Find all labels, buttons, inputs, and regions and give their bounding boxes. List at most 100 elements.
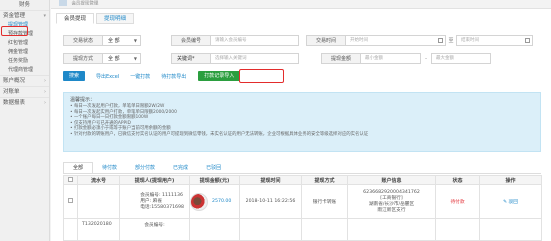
max-amount-input[interactable]: 最大金额: [431, 53, 491, 64]
end-time-placeholder: 结束时间: [461, 38, 479, 43]
op-cell: [479, 218, 542, 241]
serial-cell: T132020180: [77, 218, 120, 241]
trade-status-value: 全 部: [108, 38, 120, 44]
import-records-button[interactable]: 打款记录导入: [198, 71, 241, 81]
status-tabs: 全部 待付款 部分付款 已完成 已驳回: [63, 162, 230, 173]
subtab-pending[interactable]: 待付款: [93, 163, 126, 173]
amount-label: 提现金额: [321, 53, 361, 64]
sidebar-section-label: 账户概况: [3, 78, 26, 84]
amount-text[interactable]: 2570.00: [212, 199, 231, 204]
method-cell: [301, 218, 348, 241]
user-cell: 会员编号:: [119, 218, 190, 241]
end-time-input[interactable]: 结束时间: [456, 35, 533, 46]
sidebar-section-label: 资金管理: [3, 13, 26, 19]
time-cell: 2018-10-11 16:22:56: [239, 184, 302, 219]
status-cell: [435, 218, 480, 241]
col-user: 提现人(提现用户): [119, 175, 190, 185]
method-select[interactable]: 全 部 ▼: [103, 53, 141, 64]
status-badge: 待付款: [435, 184, 480, 219]
info-title: 温馨提示：: [70, 97, 96, 103]
row-checkbox[interactable]: [68, 198, 73, 203]
col-amount: 提现金额(元): [189, 175, 240, 185]
chevron-down-icon: ▾: [43, 13, 46, 19]
time-cell: [239, 218, 302, 241]
select-all-checkbox[interactable]: [68, 176, 73, 182]
keyword-type-value: 关键词*: [177, 56, 195, 62]
min-amount-input[interactable]: 最小金额: [361, 53, 421, 64]
method-cell: 银行卡转账: [301, 184, 348, 219]
serial-cell: [77, 184, 120, 219]
range-separator: 至: [448, 38, 454, 44]
chevron-down-icon: ▼: [133, 38, 137, 43]
trade-status-label: 交易状态: [63, 35, 103, 46]
subtab-completed[interactable]: 已完成: [164, 163, 197, 173]
table-row[interactable]: T132020180 会员编号:: [63, 218, 542, 241]
home-icon[interactable]: [59, 0, 67, 6]
method-value: 全 部: [108, 56, 120, 62]
account-branch: 雨江新区支行: [377, 207, 406, 213]
info-notice: 温馨提示： 每日一次发起用户打款，单笔单日限额2W/2W 每日一次发起实用户打款…: [63, 92, 541, 152]
keyword-type-select[interactable]: 关键词*: [171, 53, 211, 64]
user-cell: 会员编号: 1111136 用户: 麻雀 电话:15580371698: [119, 184, 190, 219]
sidebar-section-account[interactable]: 账户概况 ›: [0, 75, 49, 86]
export-excel-link[interactable]: 导出Excel: [96, 73, 119, 80]
member-no-label: 会员编号: [171, 35, 211, 46]
sidebar-item-redpacket[interactable]: 红包管理: [0, 39, 49, 48]
sidebar-section-label: 对账单: [3, 89, 20, 95]
sidebar-item-task-reward[interactable]: 任务奖励: [0, 57, 49, 66]
sidebar-section-reports[interactable]: 数据报表 ›: [0, 97, 49, 108]
highlight-box: [239, 69, 284, 83]
withdraw-table: 流水号 提现人(提现用户) 提现金额(元) 提现时间 提现方式 账户信息 状态 …: [63, 175, 542, 241]
col-method: 提现方式: [301, 175, 348, 185]
amount-separator: -: [425, 55, 427, 62]
subtab-partial[interactable]: 部分付款: [126, 163, 164, 173]
account-cell: [347, 218, 436, 241]
member-no-input[interactable]: 请输入会员编号: [211, 35, 299, 46]
amount-cell: [189, 218, 240, 241]
start-time-placeholder: 开始时间: [350, 38, 368, 43]
filter-row-2: 提现方式 全 部 ▼ 关键词* 选择输入关键词 提现金额 最小金额 - 最大金额: [63, 53, 491, 64]
subtab-rejected[interactable]: 已驳回: [197, 163, 230, 173]
col-serial: 流水号: [77, 175, 120, 185]
method-label: 提现方式: [63, 53, 103, 64]
calendar-icon: [525, 38, 530, 43]
trade-status-select[interactable]: 全 部 ▼: [103, 35, 141, 46]
highlight-box: [1, 26, 28, 36]
table-row[interactable]: 会员编号: 1111136 用户: 麻雀 电话:15580371698 2570…: [63, 184, 542, 219]
avatar: [190, 192, 208, 211]
action-bar: 搜索 导出Excel 一键打款 待打款导出 打款记录导入: [63, 71, 241, 81]
start-time-input[interactable]: 开始时间: [346, 35, 446, 46]
chevron-down-icon: ▼: [133, 56, 137, 61]
col-account: 账户信息: [347, 175, 436, 185]
account-cell: 6236682920004341762 [工商银行] 湖南省/长沙市/岳麓区 雨…: [347, 184, 436, 219]
breadcrumb: 会员提现管理: [51, 0, 551, 9]
amount-cell: 2570.00: [189, 184, 240, 219]
chevron-right-icon: ›: [44, 100, 46, 106]
trade-time-label: 交易时间: [306, 35, 346, 46]
reject-button[interactable]: ✎ 驳回: [479, 184, 542, 219]
sidebar-section-funds[interactable]: 资金管理 ▾: [0, 10, 49, 21]
divider: [63, 173, 541, 174]
select-all-header: [63, 175, 78, 185]
row-select-cell: [63, 184, 78, 219]
tab-withdraw-detail[interactable]: 提现明细: [96, 13, 135, 24]
keyword-input[interactable]: 选择输入关键词: [211, 53, 299, 64]
subtab-all[interactable]: 全部: [63, 162, 94, 173]
filter-row-1: 交易状态 全 部 ▼ 会员编号 请输入会员编号 交易时间 开始时间 至 结束时间: [63, 35, 533, 46]
sidebar-item-agent[interactable]: 代理商管理: [0, 66, 49, 75]
col-op: 操作: [479, 175, 542, 185]
sidebar-section-statement[interactable]: 对账单 ›: [0, 86, 49, 97]
row-select-cell: [63, 218, 78, 241]
sidebar: 财务 资金管理 ▾ 提现管理 预存款管理 红包管理 佣金管理 任务奖励 代理商管…: [0, 0, 50, 241]
breadcrumb-text[interactable]: 会员提现管理: [71, 2, 98, 7]
sidebar-item-commission[interactable]: 佣金管理: [0, 48, 49, 57]
pending-export-link[interactable]: 待打款导出: [161, 73, 186, 80]
one-click-pay-link[interactable]: 一键打款: [130, 73, 150, 80]
sidebar-section-label: 数据报表: [3, 100, 26, 106]
sidebar-top-label[interactable]: 财务: [0, 0, 49, 10]
col-status: 状态: [435, 175, 480, 185]
calendar-icon: [438, 38, 443, 43]
tab-member-withdraw[interactable]: 会员提现: [56, 13, 95, 24]
search-button[interactable]: 搜索: [63, 71, 86, 81]
table-header-row: 流水号 提现人(提现用户) 提现金额(元) 提现时间 提现方式 账户信息 状态 …: [63, 175, 542, 185]
